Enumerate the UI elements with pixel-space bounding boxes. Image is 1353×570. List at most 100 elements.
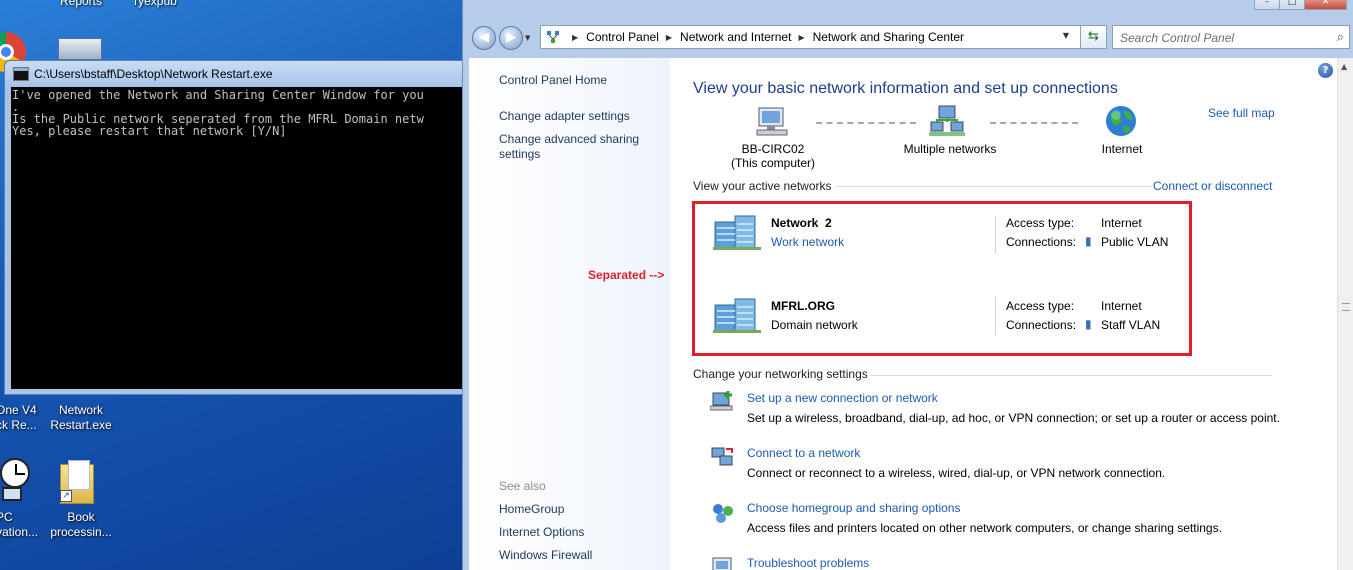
control-panel-home-link[interactable]: Control Panel Home [499, 73, 607, 88]
scroll-thumb[interactable] [1342, 303, 1350, 311]
chevron-down-icon[interactable]: ▼ [1063, 31, 1069, 40]
internet-options-link[interactable]: Internet Options [499, 525, 584, 540]
minimize-button[interactable]: – [1254, 0, 1280, 10]
internet-label: Internet [1101, 142, 1143, 156]
map-connector [816, 122, 916, 124]
map-connector [990, 122, 1078, 124]
connect-network-icon [711, 447, 733, 466]
desktop-icon-label-onev4[interactable]: One V4 ck Re... [0, 403, 40, 433]
back-button[interactable]: ◀ [472, 26, 496, 50]
multiple-networks-label: Multiple networks [903, 142, 997, 156]
computer-name: BB-CIRC02 [741, 142, 805, 156]
chevron-right-icon[interactable]: ▶ [666, 33, 672, 42]
map-internet[interactable]: Internet [1080, 142, 1164, 156]
console-window[interactable]: C:\Users\bstaff\Desktop\Network Restart.… [4, 60, 467, 395]
maximize-button[interactable]: □ [1279, 0, 1305, 10]
divider [870, 375, 1272, 376]
task-description: Access files and printers located on oth… [747, 521, 1222, 535]
chevron-right-icon[interactable]: ▶ [572, 33, 578, 42]
network-center-icon [547, 31, 559, 43]
folder-shortcut-icon[interactable]: ↗ [60, 460, 96, 504]
desktop-icon-label-pc[interactable]: PC vation... [0, 510, 46, 540]
scroll-up-icon[interactable]: ▲ [1341, 62, 1347, 71]
content-area: Control Panel Home Change adapter settin… [469, 58, 1353, 570]
divider [995, 297, 996, 335]
forward-button[interactable]: ▶ [499, 26, 523, 50]
connections-label: Connections: [1006, 235, 1077, 249]
access-type-label: Access type: [1006, 216, 1075, 230]
access-type-value: Internet [1101, 216, 1142, 230]
search-icon[interactable]: ⌕ [1337, 30, 1344, 45]
networking-settings-label: Change your networking settings [693, 367, 868, 381]
divider [836, 186, 1152, 187]
refresh-button[interactable]: ⇆ [1080, 25, 1107, 49]
network-name: Network 2 [771, 216, 832, 230]
page-title: View your basic network information and … [693, 80, 1118, 97]
clock-icon[interactable] [0, 458, 30, 488]
setup-connection-link[interactable]: Set up a new connection or network [747, 388, 1280, 408]
access-type-value: Internet [1101, 299, 1142, 313]
vertical-scrollbar[interactable]: ▲ [1337, 58, 1353, 570]
task-description: Connect or reconnect to a wireless, wire… [747, 466, 1166, 480]
connections-label: Connections: [1006, 318, 1077, 332]
computer-icon [756, 107, 788, 136]
computer-subtitle: (This computer) [730, 156, 816, 170]
windows-firewall-link[interactable]: Windows Firewall [499, 548, 592, 563]
help-icon[interactable]: ? [1318, 63, 1333, 78]
breadcrumb-network-internet[interactable]: Network and Internet [680, 30, 791, 44]
breadcrumb: ▶ Control Panel ▶ Network and Internet ▶… [565, 30, 964, 44]
search-box[interactable]: Search Control Panel ⌕ [1112, 25, 1350, 49]
network-name: MFRL.ORG [771, 299, 835, 313]
active-networks-label: View your active networks [693, 179, 832, 193]
homegroup-link[interactable]: HomeGroup [499, 502, 564, 517]
change-adapter-settings-link[interactable]: Change adapter settings [499, 109, 630, 124]
globe-icon [1106, 106, 1136, 136]
network-category: Domain network [771, 318, 858, 332]
search-placeholder: Search Control Panel [1120, 31, 1235, 45]
separated-annotation: Separated --> [588, 268, 665, 282]
network-row-mfrl: MFRL.ORG Domain network Access type: Int… [695, 295, 1189, 355]
connect-disconnect-link[interactable]: Connect or disconnect [1153, 179, 1272, 193]
address-bar[interactable]: ▶ Control Panel ▶ Network and Internet ▶… [540, 25, 1104, 49]
staff-vlan-link[interactable]: Staff VLAN [1101, 318, 1160, 332]
multiple-networks-icon [929, 105, 965, 136]
network-sharing-window[interactable]: – □ ✕ ◀ ▶ ▼ ▶ Control Panel ▶ Network an… [462, 0, 1353, 570]
console-line: I've opened the Network and Sharing Cent… [12, 88, 424, 102]
monitor-icon [2, 487, 22, 501]
network-adapter-icon: ▮ [1085, 234, 1092, 248]
see-full-map-link[interactable]: See full map [1208, 106, 1275, 120]
network-category-link[interactable]: Work network [771, 235, 844, 249]
homegroup-sharing-link[interactable]: Choose homegroup and sharing options [747, 498, 1222, 518]
new-connection-icon [710, 391, 733, 411]
chevron-right-icon[interactable]: ▶ [798, 33, 804, 42]
troubleshoot-icon [712, 557, 732, 570]
desktop-icon-label-ryexpub[interactable]: ryexpub [128, 0, 183, 9]
breadcrumb-control-panel[interactable]: Control Panel [586, 30, 659, 44]
task-troubleshoot: Troubleshoot problems [747, 553, 869, 570]
desktop-icon-label-network-restart[interactable]: Network Restart.exe [48, 403, 114, 433]
change-advanced-sharing-link[interactable]: Change advanced sharing settings [499, 132, 649, 162]
troubleshoot-link[interactable]: Troubleshoot problems [747, 553, 869, 570]
desktop-icon-label-reports[interactable]: Reports [56, 0, 106, 9]
recent-pages-dropdown[interactable]: ▼ [525, 34, 535, 44]
console-output[interactable]: I've opened the Network and Sharing Cent… [11, 87, 466, 389]
map-this-computer[interactable]: BB-CIRC02 (This computer) [710, 142, 836, 170]
public-vlan-link[interactable]: Public VLAN [1101, 235, 1168, 249]
console-icon [13, 67, 29, 81]
console-titlebar[interactable]: C:\Users\bstaff\Desktop\Network Restart.… [5, 61, 466, 87]
access-type-label: Access type: [1006, 299, 1075, 313]
map-multiple-networks[interactable]: Multiple networks [885, 142, 1015, 156]
navigation-bar: ◀ ▶ ▼ ▶ Control Panel ▶ Network and Inte… [463, 22, 1353, 52]
domain-network-icon [713, 298, 761, 333]
breadcrumb-network-sharing-center[interactable]: Network and Sharing Center [813, 30, 964, 44]
computer-icon[interactable] [58, 38, 102, 60]
close-button[interactable]: ✕ [1304, 0, 1347, 10]
work-network-icon [713, 215, 761, 250]
connect-to-network-link[interactable]: Connect to a network [747, 443, 1165, 463]
task-description: Set up a wireless, broadband, dial-up, a… [747, 411, 1280, 425]
highlight-box: Network 2 Work network Access type: Inte… [692, 201, 1192, 356]
network-row-network2: Network 2 Work network Access type: Inte… [695, 212, 1189, 272]
window-caption-buttons: – □ ✕ [1254, 0, 1347, 10]
see-also-label: See also [499, 479, 546, 493]
desktop-icon-label-book[interactable]: Book processin... [46, 510, 116, 540]
